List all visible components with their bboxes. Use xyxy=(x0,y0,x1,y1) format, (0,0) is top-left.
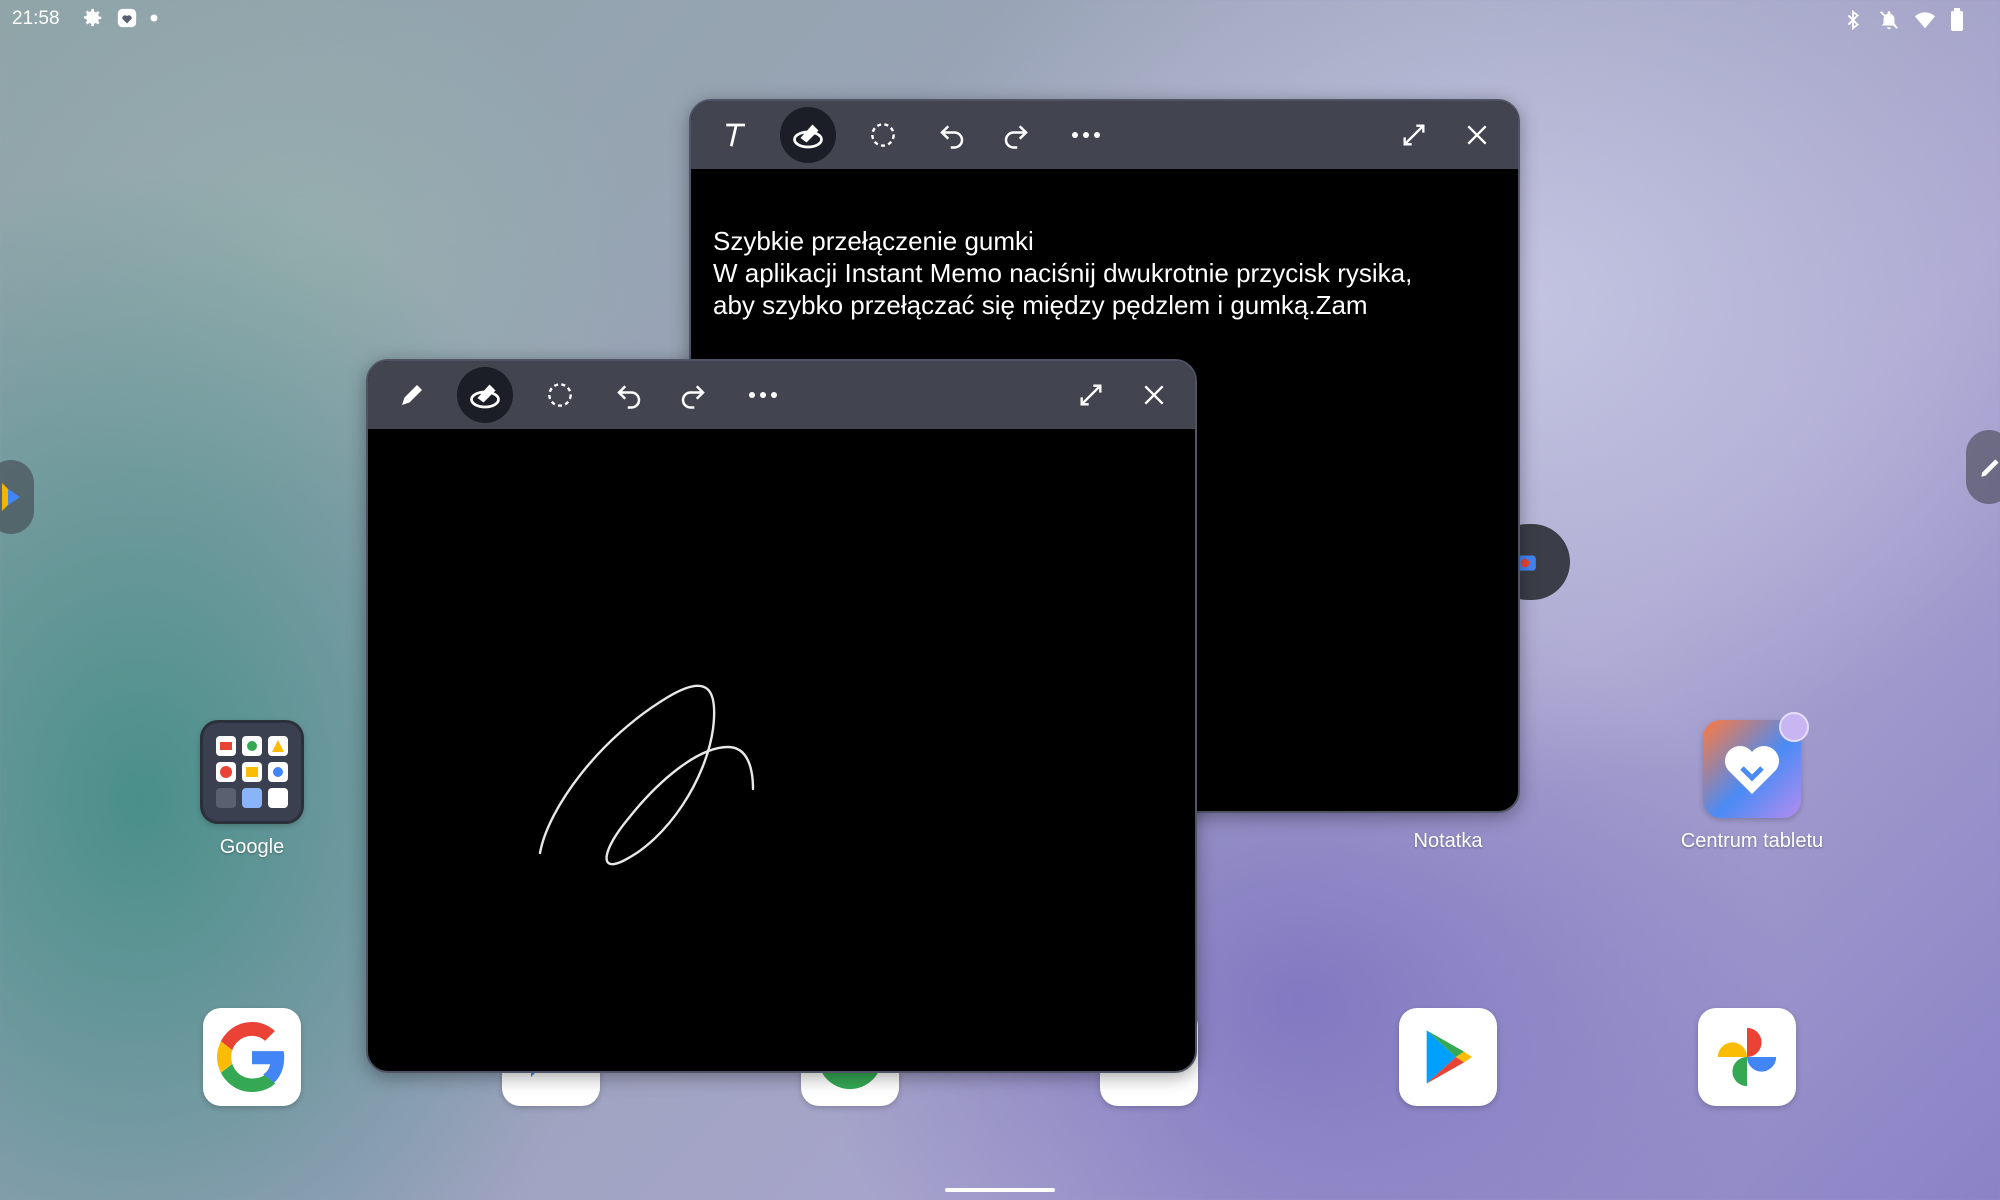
heart-icon xyxy=(1703,712,1809,818)
bell-off-icon xyxy=(1880,11,1898,30)
heart-shield-icon xyxy=(117,8,137,28)
redo-icon xyxy=(1004,125,1028,149)
text-tool-button[interactable] xyxy=(711,111,759,159)
more-dots-icon xyxy=(1072,132,1100,138)
lasso-icon xyxy=(548,383,572,407)
close-icon xyxy=(1144,385,1164,405)
handwritten-scribble xyxy=(538,684,755,866)
bluetooth-icon xyxy=(1847,9,1859,31)
clock: 21:58 xyxy=(12,8,60,29)
eraser-icon xyxy=(793,124,823,149)
play-store-icon xyxy=(1399,1008,1497,1106)
redo-button[interactable] xyxy=(669,371,717,419)
memo-line: Szybkie przełączenie gumki xyxy=(713,226,1034,256)
dot-icon xyxy=(150,14,158,22)
undo-icon xyxy=(617,385,641,409)
eraser-tool-button[interactable] xyxy=(457,367,513,423)
redo-button[interactable] xyxy=(992,111,1040,159)
close-icon xyxy=(1467,125,1487,145)
expand-icon xyxy=(1080,384,1102,406)
close-button[interactable] xyxy=(1453,111,1501,159)
home-indicator[interactable] xyxy=(945,1188,1055,1192)
pen-icon xyxy=(1981,459,1999,477)
pen-tool-button[interactable] xyxy=(388,371,436,419)
google-icon xyxy=(203,1008,301,1106)
app-label: Notatka xyxy=(1413,830,1483,852)
lasso-tool-button[interactable] xyxy=(536,371,584,419)
more-button[interactable] xyxy=(1062,111,1110,159)
drawing-canvas[interactable] xyxy=(368,429,1195,1069)
memo-toolbar xyxy=(691,101,1518,169)
edge-panel-handle-right[interactable] xyxy=(1966,430,2000,504)
close-button[interactable] xyxy=(1130,371,1178,419)
undo-button[interactable] xyxy=(928,111,976,159)
memo-text-content[interactable]: Szybkie przełączenie gumki W aplikacji I… xyxy=(691,169,1518,321)
memo-line: aby szybko przełączać się między pędzlem… xyxy=(713,290,1368,320)
wifi-icon xyxy=(1914,12,1936,29)
edge-panel-handle-left[interactable] xyxy=(0,460,34,534)
redo-icon xyxy=(681,385,705,409)
notification-badge xyxy=(1779,712,1809,742)
expand-button[interactable] xyxy=(1390,111,1438,159)
app-centrum-tabletu[interactable]: Centrum tabletu xyxy=(1672,712,1832,853)
app-google-folder[interactable]: Google xyxy=(177,720,327,859)
memo-line: W aplikacji Instant Memo naciśnij dwukro… xyxy=(713,258,1413,288)
instant-memo-drawing-window[interactable] xyxy=(366,359,1197,1073)
expand-icon xyxy=(1403,124,1425,146)
battery-icon xyxy=(1951,8,1963,31)
app-label: Google xyxy=(219,836,285,858)
status-bar: 21:58 xyxy=(0,0,2000,38)
photos-icon xyxy=(1698,1008,1796,1106)
expand-button[interactable] xyxy=(1067,371,1115,419)
memo-toolbar xyxy=(368,361,1195,429)
more-dots-icon xyxy=(749,392,777,398)
dock-photos[interactable] xyxy=(1672,1008,1822,1106)
sidebar-apps-icon xyxy=(2,483,20,511)
google-folder-icon xyxy=(200,720,304,824)
eraser-icon xyxy=(470,384,500,409)
dock-google[interactable] xyxy=(177,1008,327,1106)
lasso-tool-button[interactable] xyxy=(859,111,907,159)
undo-button[interactable] xyxy=(605,371,653,419)
lasso-icon xyxy=(871,123,895,147)
dock-play-store[interactable] xyxy=(1373,1008,1523,1106)
gear-icon xyxy=(84,8,102,27)
text-icon xyxy=(726,123,745,147)
eraser-tool-button[interactable] xyxy=(780,107,836,163)
undo-icon xyxy=(940,125,964,149)
more-button[interactable] xyxy=(739,371,787,419)
pen-icon xyxy=(402,385,422,405)
app-label: Centrum tabletu xyxy=(1680,830,1824,852)
